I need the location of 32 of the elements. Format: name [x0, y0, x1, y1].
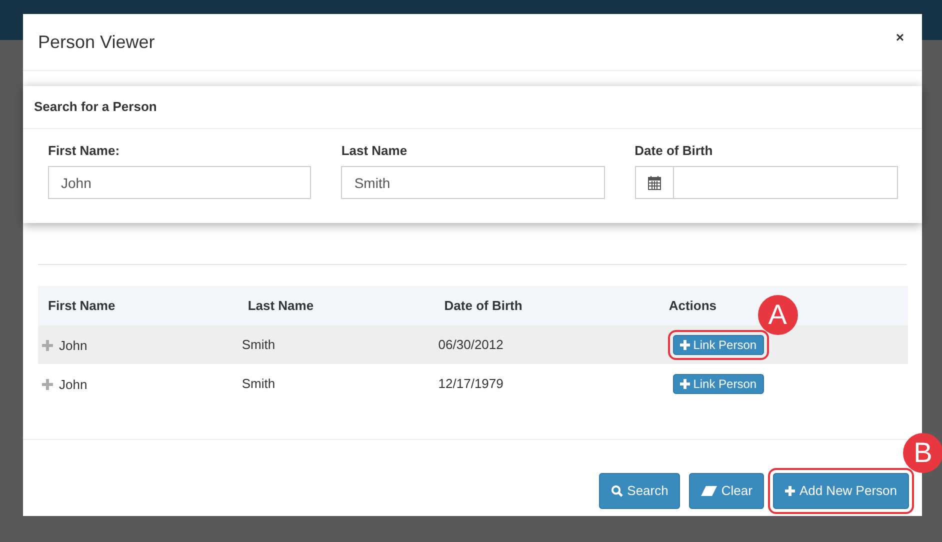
plus-icon: [680, 379, 690, 390]
calendar-icon: [648, 176, 661, 190]
column-header: First Name: [38, 286, 238, 325]
callout-badge: B: [903, 433, 942, 473]
text-field[interactable]: Smith: [341, 166, 605, 199]
plus-icon: [785, 486, 796, 496]
table-row[interactable]: John Smith 12/17/1979 Link Person: [38, 364, 908, 403]
plus-icon[interactable]: [42, 340, 53, 351]
column-header: Date of Birth: [434, 286, 659, 325]
table-cell: Smith: [242, 336, 276, 352]
search-icon: [611, 484, 624, 497]
link-person-button[interactable]: Link Person: [672, 374, 764, 394]
column-header: Last Name: [238, 286, 434, 325]
clear-button[interactable]: Clear: [689, 473, 764, 508]
field-label: Date of Birth: [634, 142, 714, 160]
close-button[interactable]: ×: [892, 29, 907, 45]
table-cell: John: [59, 338, 88, 353]
panel-title: Search for a Person: [23, 86, 922, 128]
table-cell: Smith: [242, 376, 276, 391]
eraser-icon: [701, 486, 718, 496]
date-field[interactable]: [672, 166, 898, 199]
field-label: First Name:: [48, 142, 121, 160]
plus-icon[interactable]: [42, 378, 53, 390]
table-cell: 06/30/2012: [438, 336, 504, 352]
plus-icon: [680, 340, 690, 350]
table-row[interactable]: John Smith 06/30/2012 Link Person: [38, 325, 908, 364]
text-field[interactable]: John: [48, 166, 312, 199]
field-label: Last Name: [341, 142, 408, 160]
table-cell: John: [59, 377, 88, 392]
table-cell: 12/17/1979: [438, 376, 504, 391]
dialog-title: Person Viewer: [38, 31, 155, 54]
search-button[interactable]: Search: [599, 473, 680, 508]
